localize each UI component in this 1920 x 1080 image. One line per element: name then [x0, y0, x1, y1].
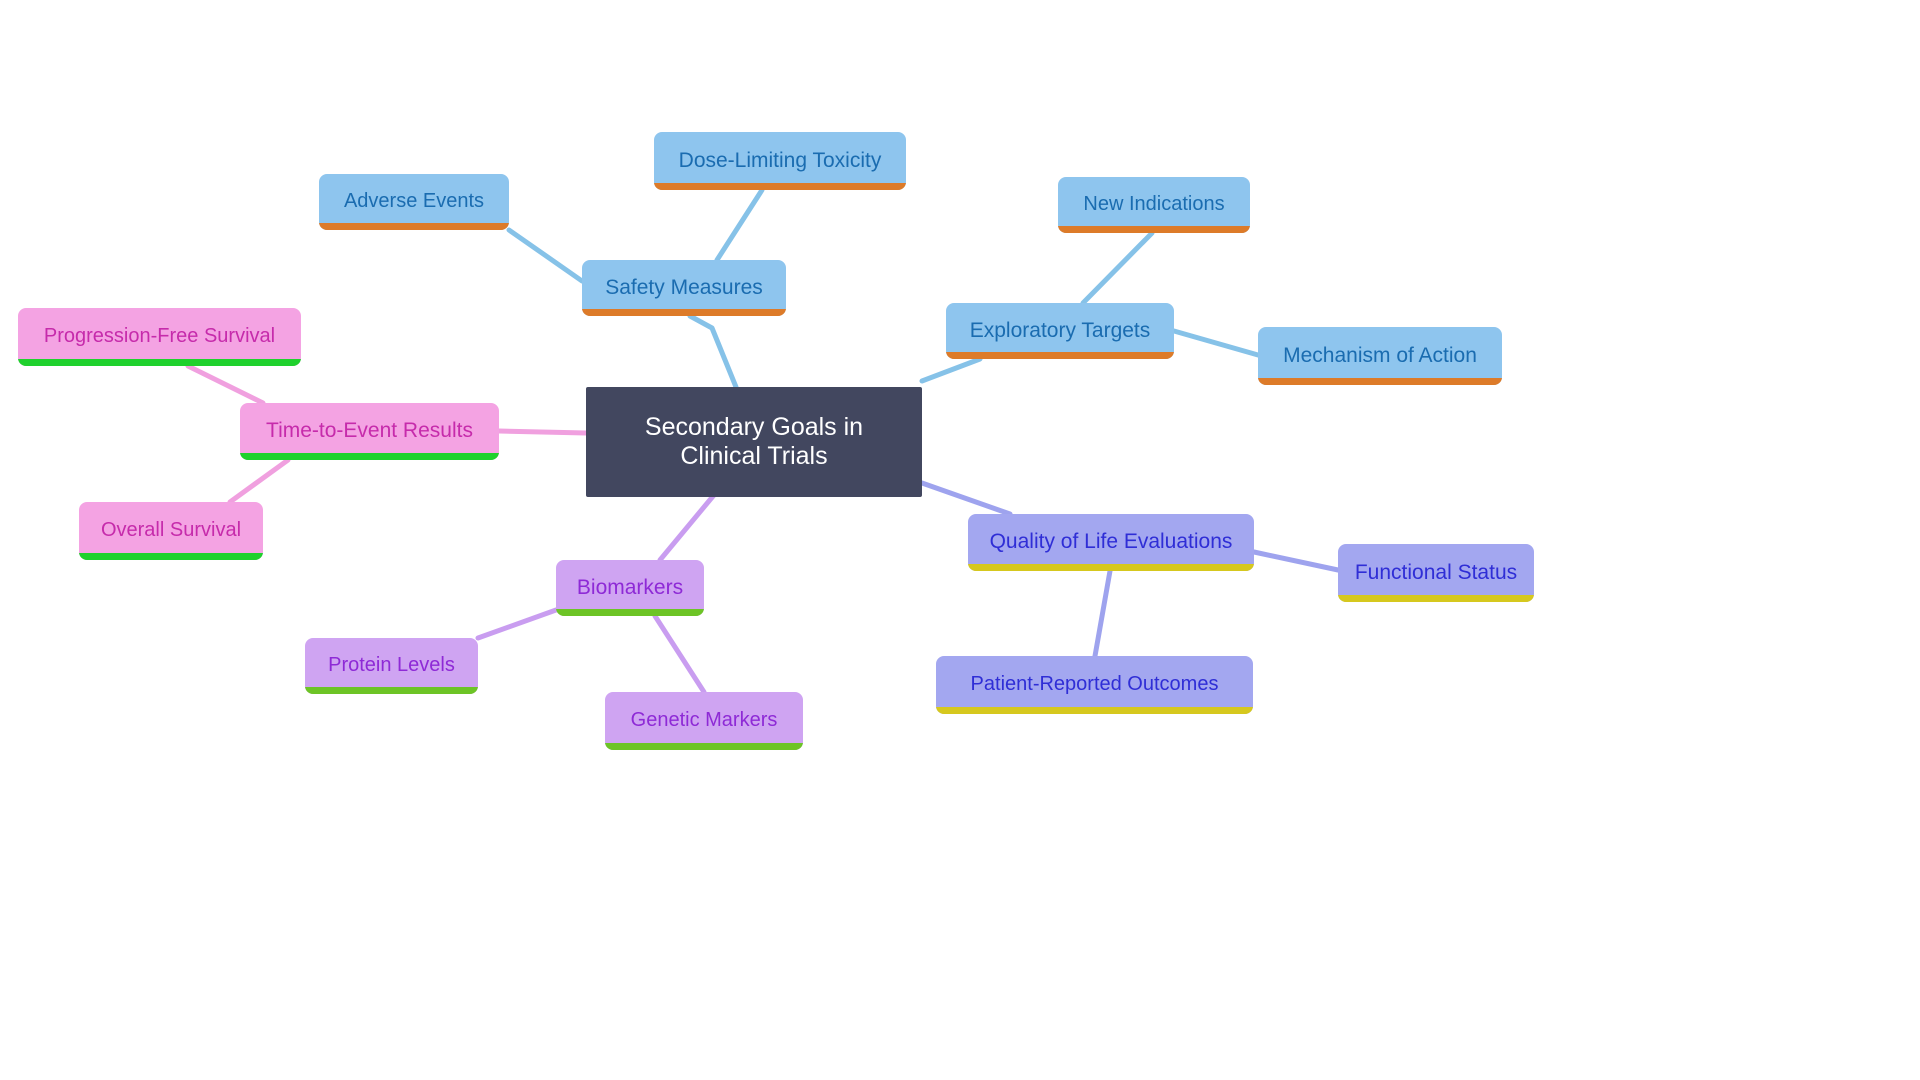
edge-root-to-explore	[919, 356, 983, 384]
node-pro-label: Patient-Reported Outcomes	[970, 673, 1219, 696]
edge-bio-to-protein	[475, 607, 559, 641]
node-qol-label: Quality of Life Evaluations	[989, 530, 1233, 554]
edge-safety-to-dlt	[714, 187, 765, 263]
node-t2e-underline	[240, 453, 499, 460]
node-genetic[interactable]: Genetic Markers	[605, 692, 803, 750]
node-os-underline	[79, 553, 263, 560]
node-moa-underline	[1258, 378, 1502, 385]
edge-qol-to-pro	[1092, 568, 1113, 659]
node-adverse-underline	[319, 223, 509, 230]
node-moa[interactable]: Mechanism of Action	[1258, 327, 1502, 385]
node-protein[interactable]: Protein Levels	[305, 638, 478, 694]
node-os-label: Overall Survival	[100, 519, 242, 542]
root-node-label: Secondary Goals in Clinical Trials	[644, 412, 864, 471]
node-newind-underline	[1058, 226, 1250, 233]
node-pfs-label: Progression-Free Survival	[43, 325, 276, 348]
edge-explore-to-moa	[1171, 328, 1261, 358]
node-safety[interactable]: Safety Measures	[582, 260, 786, 316]
node-qol-underline	[968, 564, 1254, 571]
node-pfs-underline	[18, 359, 301, 366]
edge-layer	[185, 187, 1341, 695]
node-bio-underline	[556, 609, 704, 616]
node-genetic-label: Genetic Markers	[630, 709, 778, 732]
node-bio-label: Biomarkers	[576, 575, 684, 599]
node-explore-label: Exploratory Targets	[969, 318, 1151, 342]
node-dlt[interactable]: Dose-Limiting Toxicity	[654, 132, 906, 190]
node-pro-underline	[936, 707, 1253, 714]
node-moa-label: Mechanism of Action	[1283, 343, 1477, 367]
node-funcstat[interactable]: Functional Status	[1338, 544, 1534, 602]
edge-t2e-to-os	[227, 457, 291, 505]
node-pfs[interactable]: Progression-Free Survival	[18, 308, 301, 366]
edge-root-to-bio	[657, 492, 717, 563]
node-os[interactable]: Overall Survival	[79, 502, 263, 560]
node-safety-underline	[582, 309, 786, 316]
node-pro[interactable]: Patient-Reported Outcomes	[936, 656, 1253, 714]
node-explore-underline	[946, 352, 1174, 359]
node-adverse-label: Adverse Events	[343, 190, 485, 213]
edge-root-to-safety	[687, 313, 739, 390]
node-dlt-label: Dose-Limiting Toxicity	[678, 148, 882, 172]
node-funcstat-underline	[1338, 595, 1534, 602]
mindmap-canvas: Secondary Goals in Clinical Trials Safety…	[0, 0, 1920, 1080]
node-bio[interactable]: Biomarkers	[556, 560, 704, 616]
edge-root-to-qol	[919, 480, 1013, 517]
node-protein-label: Protein Levels	[328, 654, 455, 677]
node-dlt-underline	[654, 183, 906, 190]
edge-explore-to-newind	[1080, 230, 1155, 306]
node-qol[interactable]: Quality of Life Evaluations	[968, 514, 1254, 571]
node-protein-underline	[305, 687, 478, 694]
root-node[interactable]: Secondary Goals in Clinical Trials	[586, 387, 922, 497]
node-explore[interactable]: Exploratory Targets	[946, 303, 1174, 359]
node-newind-label: New Indications	[1083, 193, 1225, 216]
edge-qol-to-funcstat	[1251, 549, 1341, 573]
node-t2e[interactable]: Time-to-Event Results	[240, 403, 499, 460]
edge-bio-to-genetic	[652, 613, 707, 695]
node-newind[interactable]: New Indications	[1058, 177, 1250, 233]
node-genetic-underline	[605, 743, 803, 750]
node-t2e-label: Time-to-Event Results	[266, 419, 473, 443]
node-safety-label: Safety Measures	[605, 275, 763, 299]
edge-root-to-t2e	[496, 428, 589, 436]
node-funcstat-label: Functional Status	[1354, 560, 1518, 584]
edge-safety-to-adverse	[506, 227, 585, 284]
node-adverse[interactable]: Adverse Events	[319, 174, 509, 230]
edge-t2e-to-pfs	[185, 363, 266, 406]
